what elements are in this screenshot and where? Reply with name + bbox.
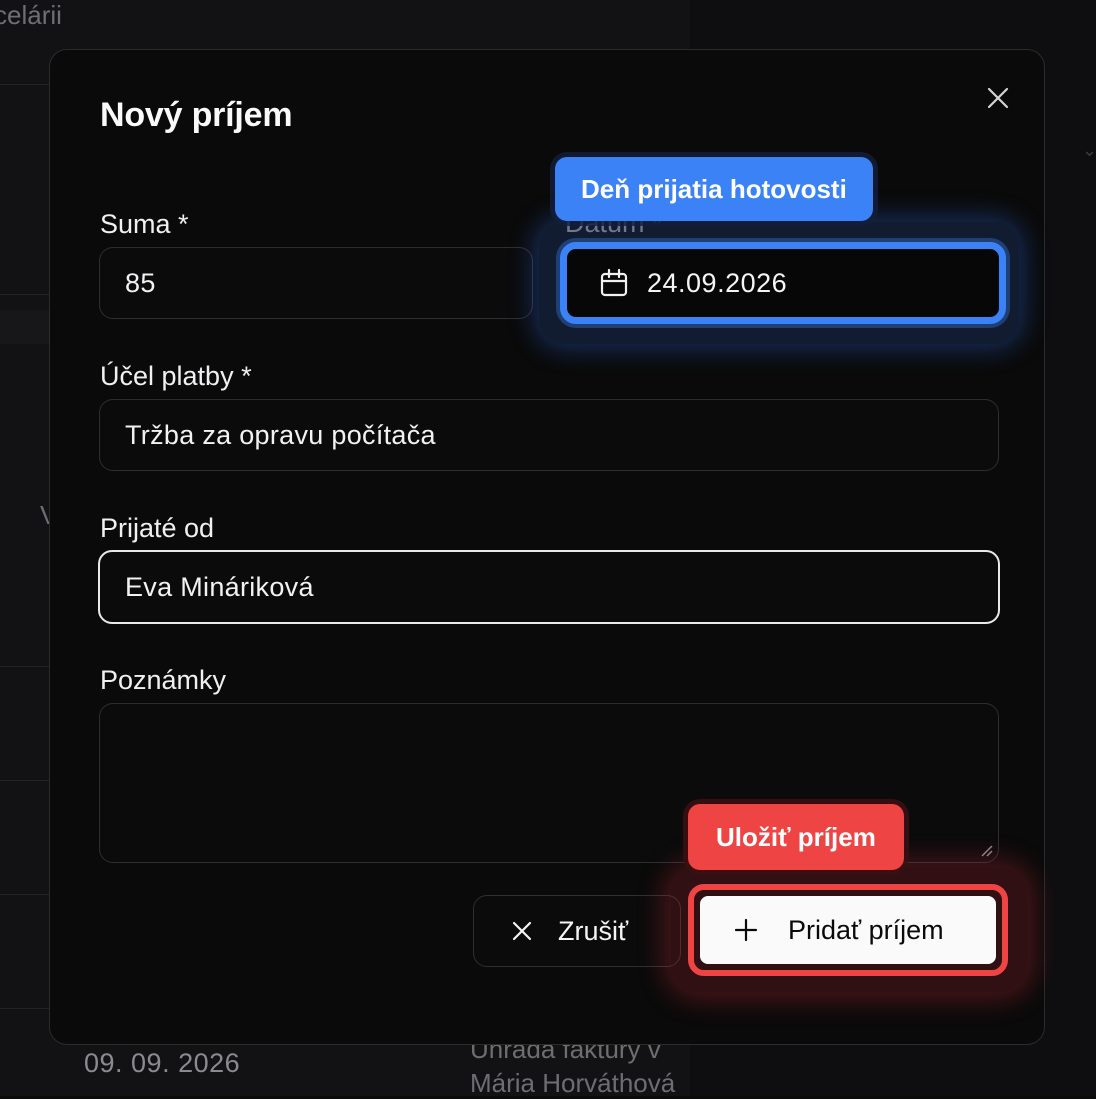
purpose-value: Tržba za opravu počítača: [125, 419, 436, 450]
purpose-input[interactable]: Tržba za opravu počítača: [99, 399, 999, 471]
table-row-person: Mária Horváthová: [470, 1068, 676, 1098]
cancel-button[interactable]: Zrušiť: [473, 895, 681, 967]
received-from-input[interactable]: Eva Mináriková: [98, 550, 1000, 624]
date-tooltip: Deň prijatia hotovosti: [555, 157, 873, 221]
date-value: 24.09.2026: [647, 267, 788, 298]
close-icon: [987, 87, 1009, 109]
add-income-button-label: Pridať príjem: [788, 914, 944, 945]
date-input[interactable]: 24.09.2026: [560, 242, 1006, 324]
calendar-icon: [600, 268, 628, 297]
x-icon: [512, 921, 532, 941]
dialog-title: Nový príjem: [100, 96, 293, 134]
table-row-date: 09. 09. 2026: [84, 1048, 241, 1078]
submit-tooltip: Uložiť príjem: [688, 804, 904, 870]
received-from-value: Eva Mináriková: [125, 571, 314, 602]
amount-input[interactable]: 85: [99, 247, 533, 319]
amount-value: 85: [125, 267, 156, 298]
cancel-button-label: Zrušiť: [558, 915, 629, 946]
resize-handle-icon[interactable]: [980, 844, 994, 858]
add-income-button[interactable]: Pridať príjem: [700, 896, 996, 964]
close-button[interactable]: [980, 80, 1016, 116]
new-income-dialog: Nový príjem Suma * 85 Dátum * 24.09.2026…: [49, 49, 1045, 1045]
plus-icon: [734, 918, 758, 942]
purpose-label: Účel platby *: [100, 361, 252, 391]
notes-label: Poznámky: [100, 665, 227, 695]
background-heading: celárii: [0, 0, 62, 30]
received-from-label: Prijaté od: [100, 513, 215, 543]
chevron-down-icon: ⌄: [1082, 140, 1096, 160]
amount-label: Suma *: [100, 209, 189, 239]
